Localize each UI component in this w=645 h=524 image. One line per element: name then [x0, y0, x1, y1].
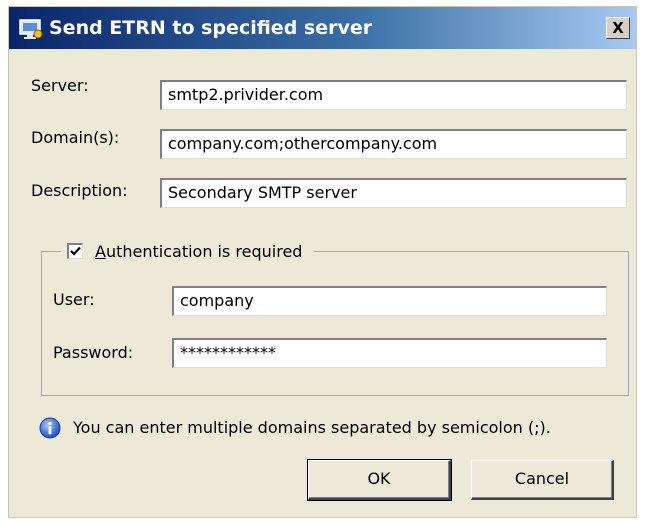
cancel-button[interactable]: Cancel	[471, 460, 614, 500]
title-bar[interactable]: Send ETRN to specified server X	[9, 7, 636, 49]
domains-label: Domain(s):	[31, 128, 120, 147]
accelerator-key: A	[95, 241, 106, 261]
domains-input[interactable]: company.com;othercompany.com	[160, 129, 627, 159]
server-label: Server:	[31, 76, 89, 95]
app-icon	[19, 19, 43, 39]
authentication-label: Authentication is required	[95, 242, 302, 261]
server-input[interactable]: smtp2.privider.com	[160, 80, 627, 110]
etrn-dialog: Send ETRN to specified server X Server: …	[8, 6, 637, 518]
password-input[interactable]: ************	[172, 338, 607, 368]
description-input[interactable]: Secondary SMTP server	[160, 178, 627, 208]
checkmark-icon	[70, 246, 81, 256]
ok-button[interactable]: OK	[307, 459, 452, 501]
info-message: You can enter multiple domains separated…	[73, 418, 551, 437]
authentication-toggle[interactable]: Authentication is required	[61, 237, 315, 265]
authentication-label-text: uthentication is required	[105, 241, 303, 261]
authentication-checkbox[interactable]	[67, 243, 83, 259]
user-input[interactable]: company	[172, 286, 607, 316]
dialog-title: Send ETRN to specified server	[49, 17, 373, 39]
info-icon	[39, 417, 61, 439]
close-icon: X	[612, 19, 624, 37]
user-label: User:	[53, 290, 95, 309]
description-label: Description:	[31, 181, 128, 200]
authentication-group	[41, 251, 629, 396]
password-label: Password:	[53, 343, 134, 362]
close-button[interactable]: X	[606, 17, 630, 39]
